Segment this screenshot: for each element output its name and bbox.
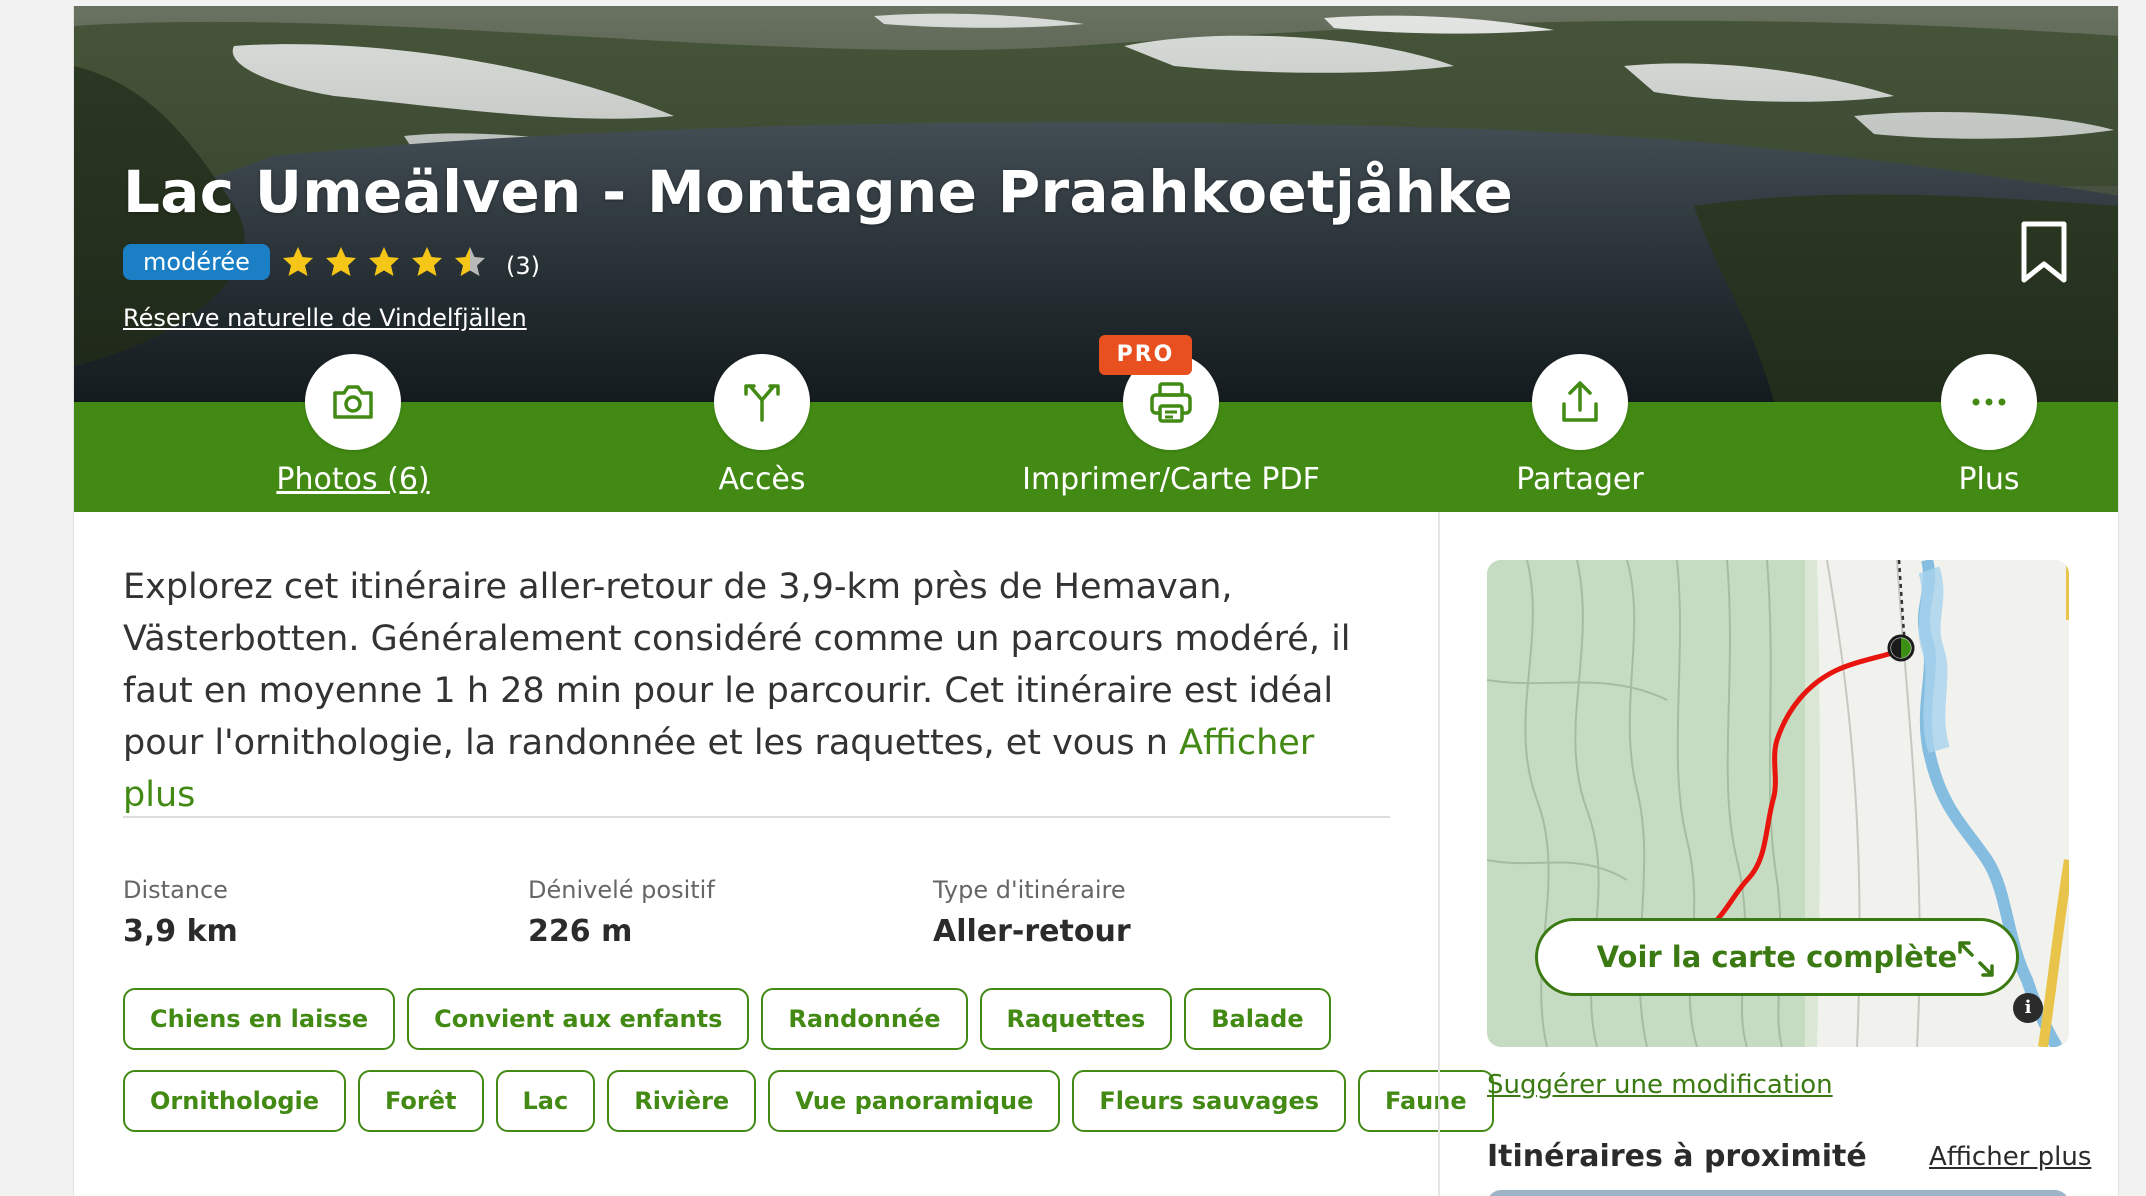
directions-action[interactable]: Accès <box>612 354 912 497</box>
more-action[interactable]: Plus <box>1839 354 2118 497</box>
rating-count[interactable]: (3) <box>506 252 540 280</box>
activity-tag[interactable]: Raquettes <box>979 988 1173 1050</box>
stat-elevation: Dénivelé positif 226 m <box>528 876 715 949</box>
park-link[interactable]: Réserve naturelle de Vindelfjällen <box>123 304 527 332</box>
activity-tag[interactable]: Faune <box>1358 1070 1494 1132</box>
activity-tag[interactable]: Convient aux enfants <box>407 988 750 1050</box>
nearby-trail-thumbnail[interactable] <box>1487 1190 2069 1196</box>
tag-row: Ornithologie Forêt Lac Rivière Vue panoramiq… <box>123 1070 1494 1132</box>
column-divider <box>1438 512 1440 1196</box>
stat-label: Distance <box>123 876 228 904</box>
divider <box>123 816 1390 818</box>
stat-value: Aller-retour <box>933 914 1131 949</box>
activity-tag[interactable]: Vue panoramique <box>768 1070 1061 1132</box>
photos-action[interactable]: Photos (6) <box>203 354 503 497</box>
rating-stars <box>281 244 487 280</box>
print-label: Imprimer/Carte PDF <box>1022 462 1320 497</box>
map-info-icon[interactable]: i <box>2013 993 2043 1023</box>
activity-tag[interactable]: Randonnée <box>761 988 968 1050</box>
nearby-more-link[interactable]: Afficher plus <box>1929 1142 2091 1172</box>
suggest-edit-link[interactable]: Suggérer une modification <box>1487 1070 1833 1100</box>
pro-badge: PRO <box>1099 335 1192 375</box>
star-icon <box>455 247 485 276</box>
full-map-button[interactable]: Voir la carte complète <box>1535 918 2019 996</box>
more-icon <box>1941 354 2037 450</box>
share-icon <box>1532 354 1628 450</box>
stat-route-type: Type d'itinéraire Aller-retour <box>933 876 1131 949</box>
trail-map[interactable]: Voir la carte complète i <box>1487 560 2069 1047</box>
activity-tag[interactable]: Fleurs sauvages <box>1072 1070 1346 1132</box>
stat-label: Type d'itinéraire <box>933 876 1126 904</box>
activity-tag[interactable]: Rivière <box>607 1070 757 1132</box>
nearby-trails-heading: Itinéraires à proximité <box>1487 1139 1867 1174</box>
activity-tag[interactable]: Forêt <box>358 1070 484 1132</box>
stat-value: 3,9 km <box>123 914 238 949</box>
print-action[interactable]: Imprimer/Carte PDF <box>1021 354 1321 497</box>
more-label: Plus <box>1958 462 2020 497</box>
expand-icon <box>1958 941 1994 977</box>
stat-label: Dénivelé positif <box>528 876 715 904</box>
directions-label: Accès <box>718 462 806 497</box>
trail-title: Lac Umeälven - Montagne Praahkoetjåhke <box>123 158 1514 226</box>
full-map-label: Voir la carte complète <box>1596 940 1958 974</box>
share-label: Partager <box>1516 462 1644 497</box>
bookmark-icon[interactable] <box>2018 220 2070 284</box>
description-text: Explorez cet itinéraire aller-retour de … <box>123 567 1351 763</box>
star-icon <box>326 247 356 276</box>
photos-label: Photos (6) <box>276 462 430 497</box>
activity-tag[interactable]: Lac <box>495 1070 596 1132</box>
stat-value: 226 m <box>528 914 633 949</box>
activity-tag[interactable]: Balade <box>1184 988 1331 1050</box>
trail-page: Lac Umeälven - Montagne Praahkoetjåhke m… <box>73 6 2119 1196</box>
star-icon <box>369 247 399 276</box>
stat-distance: Distance 3,9 km <box>123 876 238 949</box>
hero-banner: Lac Umeälven - Montagne Praahkoetjåhke m… <box>74 6 2118 402</box>
directions-icon <box>714 354 810 450</box>
share-action[interactable]: Partager <box>1430 354 1730 497</box>
camera-icon <box>305 354 401 450</box>
difficulty-badge: modérée <box>123 244 270 280</box>
tag-row: Chiens en laisse Convient aux enfants Rand… <box>123 988 1423 1050</box>
star-icon <box>283 247 313 276</box>
trail-description: Explorez cet itinéraire aller-retour de … <box>123 561 1393 821</box>
activity-tag[interactable]: Ornithologie <box>123 1070 346 1132</box>
star-icon <box>412 247 442 276</box>
activity-tag[interactable]: Chiens en laisse <box>123 988 396 1050</box>
